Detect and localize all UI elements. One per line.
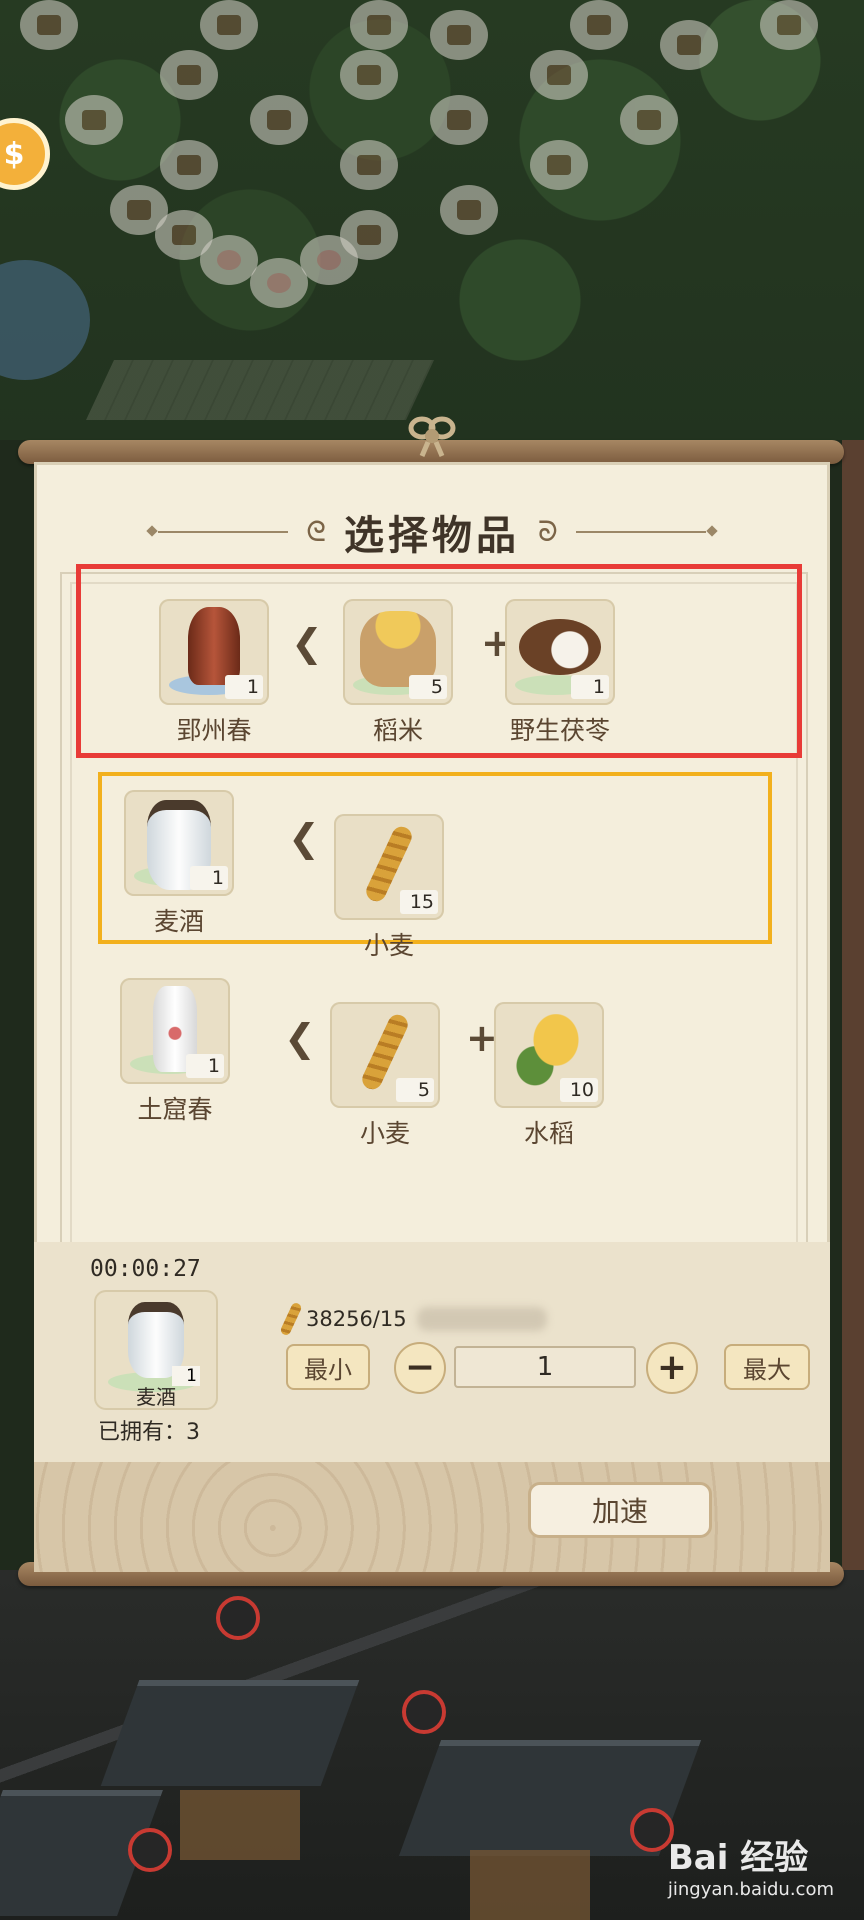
min-button[interactable]: 最小 (286, 1344, 370, 1390)
panel-footer: 加速 (34, 1462, 830, 1572)
poria-root-icon (519, 619, 601, 675)
swirl-ornament-icon: ᘓ (306, 515, 326, 548)
tree-bubble-icon[interactable] (160, 50, 218, 100)
arrow-left-icon: ❮ (284, 1016, 316, 1060)
item-count: 1 (190, 866, 228, 890)
tree-bubble-icon[interactable] (660, 20, 718, 70)
item-tile[interactable]: 5 (330, 1002, 440, 1108)
item-label: 郢州春 (176, 716, 252, 745)
recipe-row[interactable]: 1 土窟春 ❮ 5 小麦 + 10 水稻 (98, 962, 772, 1148)
blossom-bubble-icon[interactable] (250, 258, 308, 308)
resource-cost: 38256/15 (279, 1301, 547, 1337)
tree-bubble-icon[interactable] (530, 140, 588, 190)
item-tile[interactable]: 1 (120, 978, 230, 1084)
item-count: 5 (396, 1078, 434, 1102)
item-tile[interactable]: 5 (343, 599, 453, 705)
quantity-field[interactable]: 1 (454, 1346, 636, 1388)
item-count: 5 (409, 675, 447, 699)
tree-bubble-icon[interactable] (340, 140, 398, 190)
no-supply-icon[interactable] (128, 1828, 172, 1872)
recipe-ingredient[interactable]: 5 稻米 (343, 599, 453, 747)
item-label: 小麦 (363, 931, 414, 960)
item-count: 1 (571, 675, 609, 699)
recipe-row[interactable]: 1 郢州春 ❮ 5 稻米 + 1 野生茯苓 (76, 564, 802, 758)
production-timer: 00:00:27 (90, 1256, 201, 1282)
tree-bubble-icon[interactable] (530, 50, 588, 100)
tree-bubble-icon[interactable] (760, 0, 818, 50)
resource-amount: 38256/15 (306, 1307, 407, 1331)
item-label: 水稻 (523, 1119, 574, 1148)
item-label: 麦酒 (136, 1385, 176, 1409)
item-count: 1 (186, 1054, 224, 1078)
item-label: 麦酒 (153, 907, 204, 936)
tree-bubble-icon[interactable] (250, 95, 308, 145)
swirl-ornament-icon: ᘐ (538, 515, 558, 548)
recipe-product[interactable]: 1 土窟春 (120, 978, 230, 1126)
wheat-icon (279, 1301, 303, 1337)
side-rail (842, 440, 864, 1570)
rice-plant-icon (514, 1014, 584, 1088)
tree-bubble-icon[interactable] (20, 0, 78, 50)
item-tile[interactable]: 1 (159, 599, 269, 705)
select-item-panel: ᘓ 选择物品 ᘐ 1 郢州春 ❮ 5 稻米 + 1 野生茯苓 1 麦酒 ❮ 15… (34, 462, 830, 1572)
divider (158, 531, 289, 533)
item-tile[interactable]: 15 (334, 814, 444, 920)
item-label: 稻米 (372, 716, 423, 745)
recipe-ingredient[interactable]: 1 野生茯苓 (505, 599, 615, 747)
panel-title: 选择物品 (344, 513, 520, 559)
arrow-left-icon: ❮ (288, 816, 320, 860)
tree-bubble-icon[interactable] (570, 0, 628, 50)
scroll-knot-icon (408, 416, 456, 457)
dark-wine-jar-icon (188, 607, 240, 685)
no-supply-icon[interactable] (402, 1690, 446, 1734)
item-tile[interactable]: 1 (124, 790, 234, 896)
production-section: 00:00:27 1 麦酒 已拥有：3 38256/15 最小 − 1 + 最大 (34, 1242, 830, 1462)
tree-bubble-icon[interactable] (440, 185, 498, 235)
tree-bubble-icon[interactable] (200, 0, 258, 50)
blossom-bubble-icon[interactable] (300, 235, 358, 285)
tree-bubble-icon[interactable] (65, 95, 123, 145)
tree-bubble-icon[interactable] (430, 10, 488, 60)
panel-header: ᘓ 选择物品 ᘐ (34, 502, 830, 562)
building-wall (470, 1850, 590, 1920)
arrow-left-icon: ❮ (291, 621, 323, 665)
speed-up-button[interactable]: 加速 (528, 1482, 712, 1538)
max-button[interactable]: 最大 (724, 1344, 810, 1390)
no-supply-icon[interactable] (216, 1596, 260, 1640)
divider (575, 531, 706, 533)
recipe-ingredient[interactable]: 5 小麦 (330, 1002, 440, 1150)
recipe-ingredient[interactable]: 15 小麦 (334, 814, 444, 962)
watermark: Bai 经验 jingyan.baidu.com (667, 1838, 834, 1900)
item-count: 15 (400, 890, 438, 914)
production-item-tile: 1 麦酒 (94, 1290, 218, 1410)
tree-bubble-icon[interactable] (620, 95, 678, 145)
owned-count: 已拥有：3 (98, 1420, 200, 1445)
decrease-button[interactable]: − (394, 1342, 446, 1394)
tree-bubble-icon[interactable] (340, 50, 398, 100)
item-count: 10 (560, 1078, 598, 1102)
tree-bubble-icon[interactable] (160, 140, 218, 190)
recipe-row-selected[interactable]: 1 麦酒 ❮ 15 小麦 (98, 772, 772, 960)
recipe-product[interactable]: 1 麦酒 (124, 790, 234, 938)
building-wall (180, 1790, 300, 1860)
item-label: 小麦 (359, 1119, 410, 1148)
blossom-bubble-icon[interactable] (200, 235, 258, 285)
item-label: 土窟春 (137, 1095, 213, 1124)
item-label: 野生茯苓 (509, 716, 610, 745)
item-tile[interactable]: 1 (505, 599, 615, 705)
tree-bubble-icon[interactable] (430, 95, 488, 145)
stone-path (86, 360, 434, 420)
tree-bubble-icon[interactable] (350, 0, 408, 50)
building-roof (100, 1680, 360, 1786)
item-tile[interactable]: 10 (494, 1002, 604, 1108)
recipe-product[interactable]: 1 郢州春 (159, 599, 269, 747)
item-count: 1 (225, 675, 263, 699)
increase-button[interactable]: + (646, 1342, 698, 1394)
recipe-ingredient[interactable]: 10 水稻 (494, 1002, 604, 1150)
blurred-text (416, 1307, 547, 1331)
